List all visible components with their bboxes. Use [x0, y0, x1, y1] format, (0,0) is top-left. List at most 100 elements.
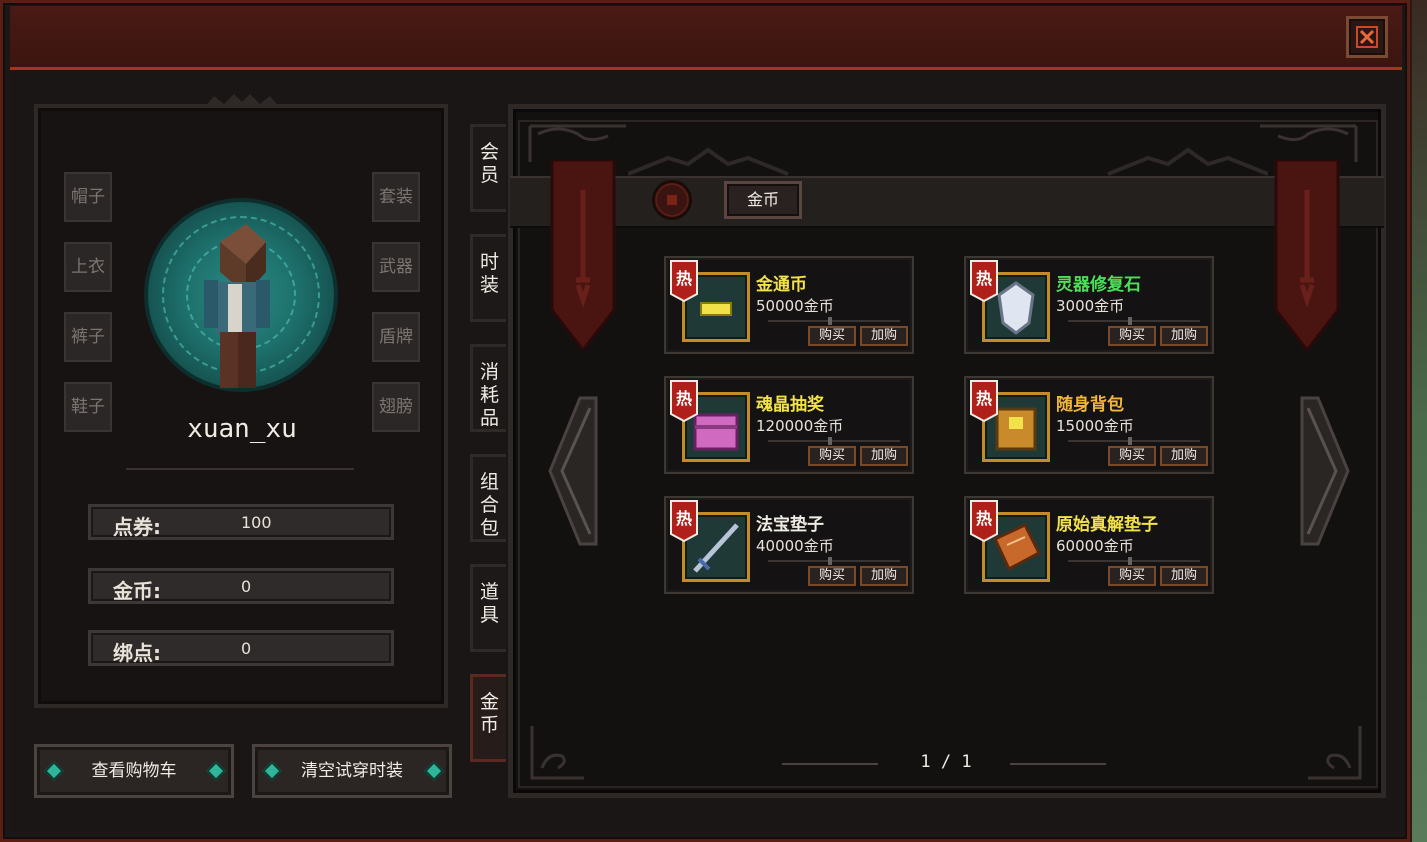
- buy-button[interactable]: 购买: [808, 446, 856, 466]
- stat-value: 100: [241, 513, 272, 532]
- corner-ornament: [530, 726, 584, 780]
- pager-ornament: [782, 763, 878, 765]
- corner-ornament: [528, 124, 626, 162]
- item-price: 50000金币: [756, 297, 834, 315]
- page-indicator: 1 / 1: [920, 752, 972, 772]
- hot-badge-text: 热: [976, 389, 992, 408]
- title-bar: [10, 6, 1402, 70]
- quantity-slider[interactable]: [768, 437, 900, 445]
- gem-icon: [262, 761, 282, 781]
- frame-ornament: [204, 94, 280, 108]
- tab-bundles[interactable]: 组 合 包: [470, 454, 506, 542]
- item-name: 灵器修复石: [1056, 275, 1141, 295]
- item-price: 60000金币: [1056, 537, 1134, 555]
- add-to-cart-button[interactable]: 加购: [1160, 566, 1208, 586]
- gem-icon: [206, 761, 226, 781]
- item-price: 120000金币: [756, 417, 844, 435]
- tab-items[interactable]: 道 具: [470, 564, 506, 652]
- item-price: 40000金币: [756, 537, 834, 555]
- hot-badge-text: 热: [676, 509, 692, 528]
- clear-tryon-button[interactable]: 清空试穿时装: [252, 744, 452, 798]
- pager-ornament: [1010, 763, 1106, 765]
- item-price: 3000金币: [1056, 297, 1125, 315]
- tab-membership[interactable]: 会 员: [470, 124, 506, 212]
- close-button[interactable]: [1346, 16, 1388, 58]
- divider: [126, 468, 354, 470]
- shop-item-card[interactable]: 热 法宝垫子 40000金币购买 加购: [664, 496, 914, 594]
- hot-badge-icon: 热: [970, 380, 998, 422]
- add-to-cart-button[interactable]: 加购: [860, 566, 908, 586]
- tab-consumables[interactable]: 消 耗 品: [470, 344, 506, 432]
- stat-label: 点券:: [113, 515, 161, 539]
- quantity-slider[interactable]: [1068, 557, 1200, 565]
- stat-value: 0: [241, 577, 252, 596]
- buy-button[interactable]: 购买: [1108, 446, 1156, 466]
- buy-button[interactable]: 购买: [808, 566, 856, 586]
- button-label: 查看购物车: [91, 761, 177, 781]
- corner-ornament: [1308, 726, 1362, 780]
- slot-shoes[interactable]: 鞋子: [64, 382, 112, 432]
- add-to-cart-button[interactable]: 加购: [860, 326, 908, 346]
- shop-item-card[interactable]: 热 金通币 50000金币购买 加购: [664, 256, 914, 354]
- quantity-slider[interactable]: [1068, 437, 1200, 445]
- hot-badge-icon: 热: [970, 260, 998, 302]
- quantity-slider[interactable]: [768, 557, 900, 565]
- slot-top[interactable]: 上衣: [64, 242, 112, 292]
- avatar: [204, 224, 270, 388]
- stat-coupon: 点券: 100: [88, 504, 394, 540]
- slot-shield[interactable]: 盾牌: [372, 312, 420, 362]
- stat-bound-points: 绑点: 0: [88, 630, 394, 666]
- buy-button[interactable]: 购买: [1108, 566, 1156, 586]
- filter-tab-gold[interactable]: 金币: [724, 181, 802, 219]
- stat-value: 0: [241, 639, 252, 658]
- add-to-cart-button[interactable]: 加购: [860, 446, 908, 466]
- username: xuan_xu: [187, 414, 297, 444]
- item-name: 原始真解垫子: [1056, 515, 1158, 535]
- stat-gold: 金币: 0: [88, 568, 394, 604]
- character-model[interactable]: [200, 224, 280, 394]
- shop-item-card[interactable]: 热 原始真解垫子 60000金币购买 加购: [964, 496, 1214, 594]
- shop-item-card[interactable]: 热 灵器修复石 3000金币购买 加购: [964, 256, 1214, 354]
- header-ornament: [628, 147, 1268, 176]
- stat-label: 金币:: [113, 579, 161, 603]
- quantity-slider[interactable]: [1068, 317, 1200, 325]
- slot-wings[interactable]: 翅膀: [372, 382, 420, 432]
- add-to-cart-button[interactable]: 加购: [1160, 446, 1208, 466]
- item-name: 法宝垫子: [756, 515, 824, 535]
- slot-weapon[interactable]: 武器: [372, 242, 420, 292]
- stat-label: 绑点:: [113, 641, 161, 665]
- tab-fashion[interactable]: 时 装: [470, 234, 506, 322]
- left-banner: [550, 160, 616, 350]
- hot-badge-text: 热: [676, 269, 692, 288]
- tab-gold[interactable]: 金 币: [470, 674, 506, 762]
- corner-ornament: [1260, 124, 1358, 162]
- hot-badge-text: 热: [976, 269, 992, 288]
- hot-badge-text: 热: [976, 509, 992, 528]
- prev-page-arrow-icon[interactable]: [546, 396, 602, 546]
- filter-emblem-icon[interactable]: [652, 180, 692, 220]
- shop-item-card[interactable]: 热 魂晶抽奖 120000金币购买 加购: [664, 376, 914, 474]
- button-label: 清空试穿时装: [301, 761, 403, 781]
- item-name: 魂晶抽奖: [756, 395, 824, 415]
- quantity-slider[interactable]: [768, 317, 900, 325]
- slot-suit[interactable]: 套装: [372, 172, 420, 222]
- item-name: 金通币: [756, 275, 807, 295]
- next-page-arrow-icon[interactable]: [1296, 396, 1352, 546]
- slot-pants[interactable]: 裤子: [64, 312, 112, 362]
- hot-badge-icon: 热: [670, 380, 698, 422]
- gem-icon: [424, 761, 444, 781]
- hot-badge-icon: 热: [670, 260, 698, 302]
- hot-badge-icon: 热: [970, 500, 998, 542]
- item-name: 随身背包: [1056, 395, 1124, 415]
- gem-icon: [44, 761, 64, 781]
- shop-item-card[interactable]: 热 随身背包 15000金币购买 加购: [964, 376, 1214, 474]
- view-cart-button[interactable]: 查看购物车: [34, 744, 234, 798]
- close-icon: [1356, 26, 1378, 48]
- item-price: 15000金币: [1056, 417, 1134, 435]
- slot-hat[interactable]: 帽子: [64, 172, 112, 222]
- right-banner: [1274, 160, 1340, 350]
- add-to-cart-button[interactable]: 加购: [1160, 326, 1208, 346]
- buy-button[interactable]: 购买: [808, 326, 856, 346]
- hot-badge-text: 热: [676, 389, 692, 408]
- buy-button[interactable]: 购买: [1108, 326, 1156, 346]
